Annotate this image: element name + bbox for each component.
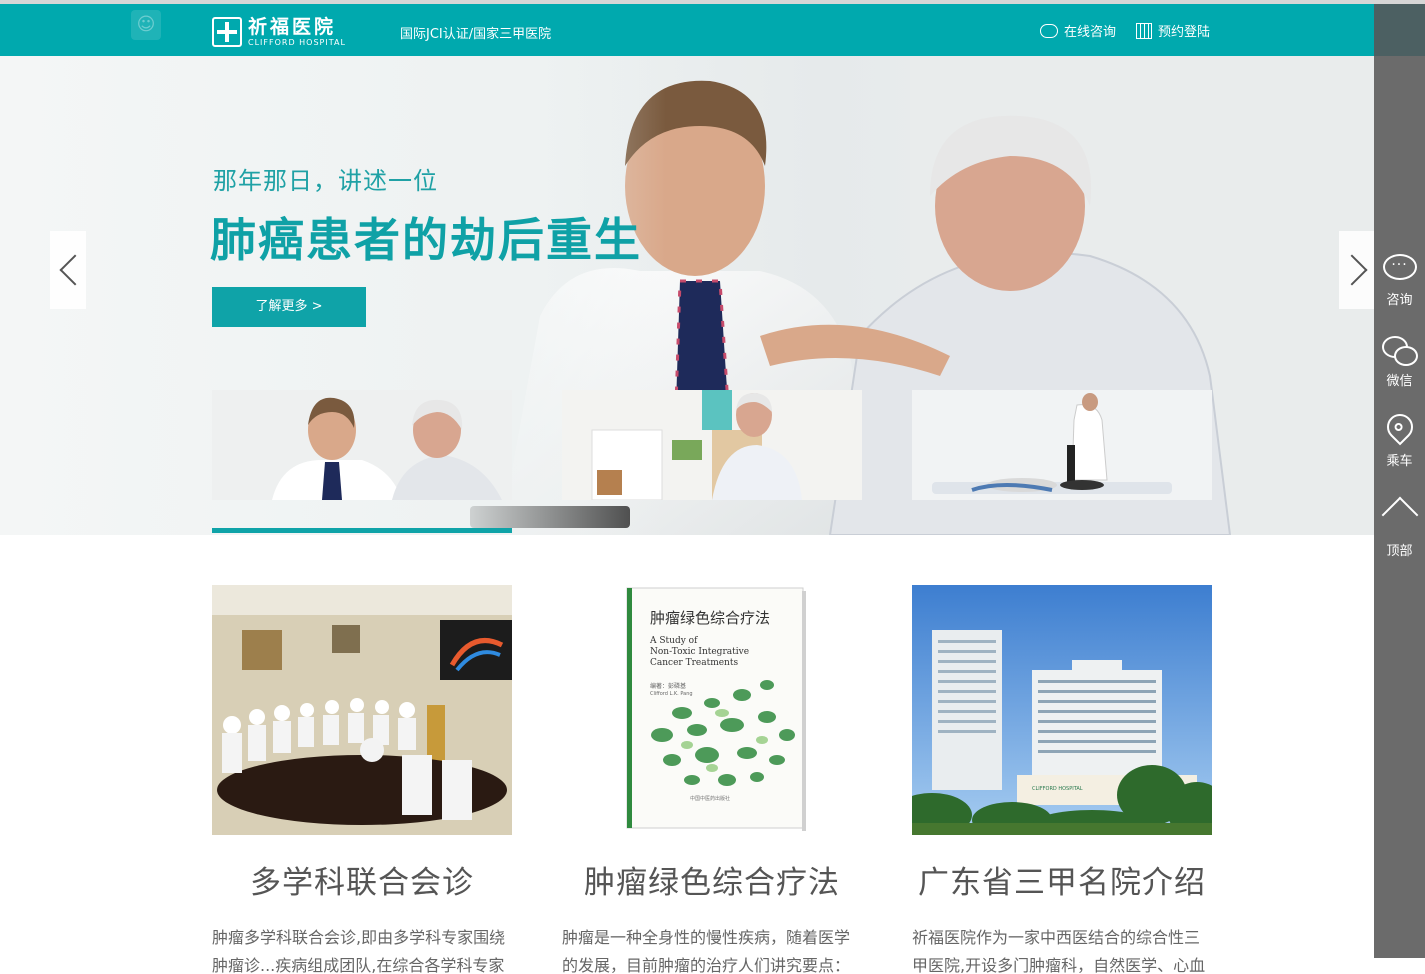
conference-photo	[212, 585, 512, 835]
next-slide-button[interactable]	[1336, 231, 1374, 309]
calendar-icon	[1136, 22, 1152, 39]
appointment-label: 预约登陆	[1158, 25, 1211, 40]
appointment-link[interactable]: 预约登陆	[1136, 21, 1210, 40]
book-title-cn: 肿瘤绿色综合疗法	[650, 609, 770, 627]
card-description: 肿瘤多学科联合会诊,即由多学科专家围绕肿瘤诊...疾病组成团队,在综合各学科专家	[212, 928, 506, 974]
arrow-up-icon	[1381, 496, 1418, 534]
wechat-icon	[1380, 334, 1420, 366]
learn-more-button[interactable]: 了解更多 >	[212, 287, 366, 327]
cross-logo-icon	[212, 17, 242, 47]
slide-thumbnail-3[interactable]	[912, 390, 1212, 500]
header-tagline: 国际JCI认证/国家三甲医院	[400, 27, 552, 42]
header-bar: ☺ 祈福医院 CLIFFORD HOSPITAL 国际JCI认证/国家三甲医院 …	[0, 4, 1374, 56]
book-publisher: 中国中医药出版社	[690, 795, 730, 802]
svg-text:Cancer Treatments: Cancer Treatments	[650, 658, 738, 668]
sidebar-item-wechat[interactable]: 微信	[1374, 334, 1425, 389]
book-cover: 肿瘤绿色综合疗法 A Study of Non-Toxic Integrativ…	[562, 585, 862, 835]
chevron-left-icon	[59, 254, 91, 286]
hero-banner[interactable]: 那年那日，讲述一位 肺癌患者的劫后重生 了解更多 >	[0, 56, 1374, 535]
card-title: 多学科联合会诊	[250, 865, 474, 901]
card-green-therapy[interactable]: 肿瘤绿色综合疗法 A Study of Non-Toxic Integrativ…	[562, 585, 862, 974]
sidebar-item-consult[interactable]: 咨询	[1374, 254, 1425, 308]
book-author: 编著：彭磷基	[650, 682, 686, 690]
card-title: 肿瘤绿色综合疗法	[584, 865, 840, 901]
faded-chat-icon: ☺	[131, 10, 161, 40]
building-sign: CLIFFORD HOSPITAL	[1032, 786, 1083, 792]
prev-slide-button[interactable]	[50, 231, 91, 309]
card-description: 祈福医院作为一家中西医结合的综合性三甲医院,开设多门肿瘤科，自然医学、心血	[912, 928, 1206, 974]
card-mdt[interactable]: 多学科联合会诊 肿瘤多学科联合会诊,即由多学科专家围绕肿瘤诊...疾病组成团队,…	[212, 585, 512, 974]
chat-bubble-icon	[1382, 254, 1417, 280]
logo-english-name: CLIFFORD HOSPITAL	[248, 37, 346, 47]
sidebar-item-transit[interactable]: 乘车	[1374, 408, 1425, 469]
hospital-building-photo: CLIFFORD HOSPITAL	[912, 585, 1212, 835]
book-title-en: A Study of	[649, 636, 698, 646]
card-title: 广东省三甲名院介绍	[918, 865, 1206, 901]
location-pin-icon	[1381, 408, 1418, 446]
banner-title: 肺癌患者的劫后重生	[210, 213, 642, 267]
online-consult-label: 在线咨询	[1064, 25, 1117, 40]
floating-sidebar: 咨询 微信 乘车 顶部	[1374, 4, 1425, 958]
chevron-right-icon	[1336, 254, 1368, 286]
banner-subtitle: 那年那日，讲述一位	[213, 167, 438, 195]
chat-icon	[1040, 23, 1058, 38]
logo-chinese-name: 祈福医院	[248, 15, 337, 38]
sidebar-item-top[interactable]: 顶部	[1374, 492, 1425, 559]
online-consult-link[interactable]: 在线咨询	[1040, 21, 1116, 40]
slide-thumbnail-2[interactable]	[562, 390, 862, 500]
sidebar-item-label: 乘车	[1386, 454, 1413, 469]
hospital-logo[interactable]: 祈福医院 CLIFFORD HOSPITAL	[212, 16, 346, 48]
sidebar-item-label: 微信	[1386, 374, 1413, 389]
slide-thumbnail-1[interactable]	[212, 390, 512, 500]
svg-text:Non-Toxic Integrative: Non-Toxic Integrative	[650, 647, 749, 657]
card-description: 肿瘤是一种全身性的慢性疾病，随着医学的发展，目前肿瘤的治疗人们讲究要点：	[562, 928, 851, 974]
sidebar-item-label: 咨询	[1386, 293, 1413, 308]
active-slide-indicator	[212, 528, 512, 533]
sidebar-item-label: 顶部	[1386, 544, 1413, 559]
book-author-en: Clifford L.K. Pang	[650, 691, 693, 697]
card-hospital-intro[interactable]: CLIFFORD HOSPITAL 广东省三甲名院介绍 祈福医院作为一家中西医结…	[912, 585, 1212, 974]
sidebar-header-block	[1374, 4, 1425, 56]
